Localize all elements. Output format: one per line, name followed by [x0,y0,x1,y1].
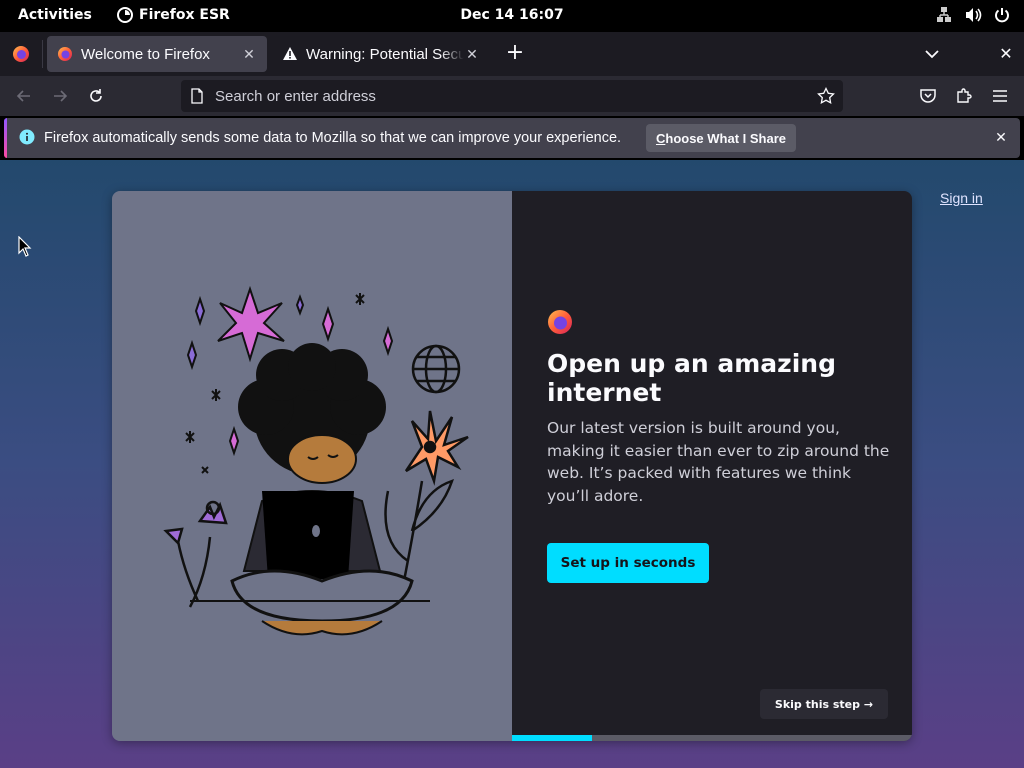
window-close-button[interactable]: ✕ [996,44,1016,64]
choose-button-label: Choose What I Share [655,130,787,146]
navigation-toolbar [0,76,1024,116]
tab-strip: Welcome to Firefox ✕ Warning: Potential … [0,32,1024,76]
url-input[interactable] [215,84,805,108]
system-top-bar: Activities Firefox ESR Dec 14 16:07 [0,0,1024,32]
firefox-logo-icon [548,310,572,334]
page-content: Sign in Open up an amazing internet Our … [0,160,1024,768]
tab-welcome[interactable]: Welcome to Firefox ✕ [47,36,267,72]
list-all-tabs-button[interactable] [922,44,942,64]
power-icon [995,8,1009,23]
notification-accent [4,118,7,158]
pocket-button[interactable] [916,84,940,108]
tab-separator [42,40,43,68]
welcome-heading: Open up an amazing internet [547,349,836,407]
firefox-view-button[interactable] [8,42,34,66]
progress-fill [512,735,592,741]
skip-step-button[interactable]: Skip this step → [760,689,888,719]
mouse-pointer-icon [18,236,32,257]
close-tab-icon[interactable]: ✕ [241,46,257,62]
volume-icon [966,8,982,22]
system-tray[interactable] [936,6,1010,24]
reload-icon [90,89,102,102]
forward-arrow-icon [54,90,68,102]
new-tab-button[interactable]: + [503,42,527,66]
clock[interactable]: Dec 14 16:07 [0,7,1024,23]
sign-in-link[interactable]: Sign in [940,190,983,206]
onboarding-card: Open up an amazing internet Our latest v… [112,191,912,741]
tab-title: Warning: Potential Security Risk Ahead [306,45,464,63]
set-up-button[interactable]: Set up in seconds [547,543,709,583]
notification-close-button[interactable]: ✕ [992,128,1010,146]
puzzle-piece-icon [957,88,972,103]
back-arrow-icon [16,90,30,102]
reload-button[interactable] [84,84,108,108]
warning-icon [283,47,297,60]
tab-security-warning[interactable]: Warning: Potential Security Risk Ahead ✕ [272,36,490,72]
firefox-logo-icon [13,46,29,62]
extensions-button[interactable] [952,84,976,108]
illustration-panel [112,191,512,741]
close-tab-icon[interactable]: ✕ [464,46,480,62]
bookmark-star-icon[interactable] [817,87,835,105]
page-icon [191,88,203,104]
welcome-description: Our latest version is built around you, … [547,419,890,505]
pocket-icon [920,89,936,103]
info-icon [19,129,35,145]
choose-what-i-share-button[interactable]: Choose What I Share [646,124,796,152]
network-icon [937,7,951,22]
welcome-panel: Open up an amazing internet Our latest v… [512,191,912,741]
forward-button[interactable] [48,84,72,108]
back-button[interactable] [12,84,36,108]
hamburger-menu-icon [993,90,1007,102]
tab-title: Welcome to Firefox [81,45,210,63]
app-menu-button[interactable] [988,84,1012,108]
firefox-favicon-icon [58,47,72,61]
address-bar[interactable] [181,80,843,112]
data-collection-notification: Firefox automatically sends some data to… [4,118,1020,158]
onboarding-progress-bar [512,735,912,741]
notification-message: Firefox automatically sends some data to… [44,130,622,146]
chevron-down-icon [925,50,939,59]
person-with-laptop-illustration [163,285,469,636]
